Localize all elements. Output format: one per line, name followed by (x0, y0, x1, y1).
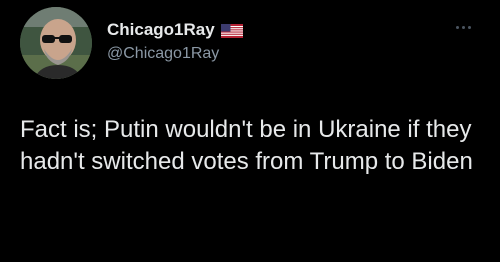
tweet-card: Chicago1Ray @Chicago1Ray Fact is; Putin … (0, 0, 500, 262)
tweet-text: Fact is; Putin wouldn't be in Ukraine if… (20, 116, 473, 175)
more-options-icon[interactable] (456, 22, 478, 32)
avatar[interactable] (20, 7, 92, 79)
us-flag-icon (220, 23, 243, 38)
profile-avatar-image (20, 7, 92, 79)
author-name-row: Chicago1Ray (107, 19, 243, 41)
author-handle[interactable]: @Chicago1Ray (107, 45, 219, 63)
author-display-name[interactable]: Chicago1Ray (107, 20, 215, 40)
